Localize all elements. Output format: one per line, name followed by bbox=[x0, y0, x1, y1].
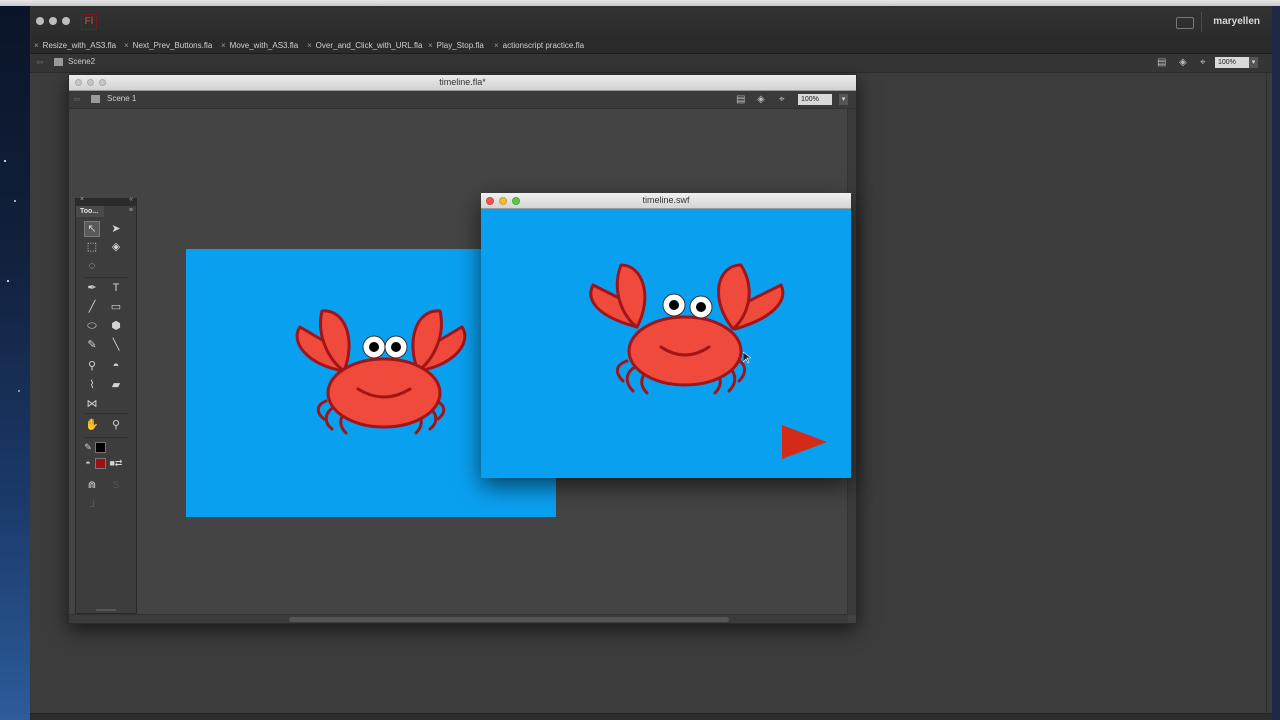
stroke-color-swatch[interactable] bbox=[95, 442, 106, 453]
tab-play-stop[interactable]: × Play_Stop.fla bbox=[428, 39, 484, 52]
swf-stage[interactable] bbox=[481, 209, 851, 478]
divider bbox=[84, 277, 128, 278]
swap-colors-icon[interactable]: ■⇄ bbox=[108, 455, 124, 471]
close-tab-icon[interactable]: × bbox=[34, 41, 39, 50]
divider bbox=[84, 437, 128, 438]
back-arrow-icon[interactable]: ⇦ bbox=[73, 94, 81, 105]
fla-window-titlebar[interactable]: timeline.fla* bbox=[69, 75, 856, 91]
panel-resize-grip[interactable] bbox=[96, 609, 116, 611]
center-stage-icon[interactable]: ⌖ bbox=[1200, 57, 1206, 68]
tab-actionscript-practice[interactable]: × actionscript practice.fla bbox=[494, 39, 584, 52]
crab-graphic[interactable] bbox=[585, 261, 785, 401]
scene-name: Scene2 bbox=[68, 57, 96, 66]
eraser-tool-icon[interactable]: ▰ bbox=[108, 377, 124, 393]
zoom-dropdown-button[interactable]: ▾ bbox=[1249, 57, 1258, 68]
close-tab-icon[interactable]: × bbox=[494, 41, 499, 50]
zoom-tool-icon[interactable]: ⚲ bbox=[108, 417, 124, 433]
close-window-button[interactable] bbox=[36, 17, 44, 25]
line-tool-icon[interactable]: ╱ bbox=[84, 299, 100, 315]
minimize-window-button[interactable] bbox=[87, 79, 94, 86]
tab-resize-with-as3[interactable]: × Resize_with_AS3.fla bbox=[34, 39, 116, 52]
scene-name: Scene 1 bbox=[107, 94, 137, 103]
zoom-dropdown-button[interactable]: ▾ bbox=[839, 94, 848, 105]
horizontal-scrollbar[interactable] bbox=[69, 614, 848, 623]
minimize-window-button[interactable] bbox=[49, 17, 57, 25]
text-tool-icon[interactable]: T bbox=[108, 280, 124, 296]
flash-logo-icon: Fl bbox=[81, 14, 97, 30]
3d-rotation-tool-icon[interactable]: ◈ bbox=[108, 239, 124, 255]
tab-over-and-click[interactable]: × Over_and_Click_with_URL.fla bbox=[307, 39, 422, 52]
panel-divider bbox=[1266, 72, 1267, 720]
user-name[interactable]: maryellen bbox=[1213, 16, 1260, 27]
swf-window-title: timeline.swf bbox=[642, 195, 690, 205]
tools-panel: × « Too... ≡ ↖ ➤ ⬚ ◈ ◌ ✒ T ╱ ▭ ⬭ ⬢ ✎ ╲ ⚲… bbox=[75, 196, 137, 614]
zoom-input[interactable]: 100% bbox=[1215, 57, 1249, 68]
divider bbox=[84, 413, 128, 414]
pencil-tool-icon[interactable]: ✎ bbox=[84, 337, 100, 353]
rectangle-tool-icon[interactable]: ▭ bbox=[108, 299, 124, 315]
stroke-color-icon: ✎ bbox=[84, 442, 92, 452]
paint-bucket-tool-icon[interactable]: ◓ bbox=[108, 358, 124, 374]
edit-symbols-icon[interactable]: ◈ bbox=[1179, 57, 1187, 68]
smooth-icon[interactable]: S bbox=[108, 478, 124, 494]
tools-tab[interactable]: Too... bbox=[76, 206, 104, 217]
fla-edit-bar: ⇦ Scene 1 ▤ ◈ ⌖ 100% ▾ bbox=[69, 91, 856, 109]
polystar-tool-icon[interactable]: ⬢ bbox=[108, 318, 124, 334]
workspace-icon[interactable] bbox=[1176, 17, 1194, 29]
snap-to-objects-icon[interactable]: ⋒ bbox=[84, 478, 100, 494]
tools-panel-header[interactable]: × « bbox=[76, 196, 136, 206]
hand-tool-icon[interactable]: ✋ bbox=[84, 417, 100, 433]
swf-preview-window: timeline.swf bbox=[481, 193, 851, 478]
collapse-panel-icon[interactable]: « bbox=[129, 196, 133, 203]
panel-menu-icon[interactable]: ≡ bbox=[129, 207, 133, 214]
close-panel-icon[interactable]: × bbox=[80, 196, 84, 203]
center-stage-icon[interactable]: ⌖ bbox=[779, 94, 785, 105]
desktop-background bbox=[0, 0, 30, 720]
free-transform-tool-icon[interactable]: ⬚ bbox=[84, 239, 100, 255]
app-bottom-bar bbox=[30, 713, 1272, 720]
close-tab-icon[interactable]: × bbox=[124, 41, 129, 50]
edit-bar: ⇦ Scene2 ▤ ◈ ⌖ 100% ▾ bbox=[30, 54, 1272, 73]
zoom-window-button[interactable] bbox=[99, 79, 106, 86]
document-tabs: × Resize_with_AS3.fla × Next_Prev_Buttons.… bbox=[30, 38, 1272, 54]
bone-tool-icon[interactable]: ⚲ bbox=[84, 358, 100, 374]
close-tab-icon[interactable]: × bbox=[221, 41, 226, 50]
close-tab-icon[interactable]: × bbox=[307, 41, 312, 50]
fill-color-swatch[interactable] bbox=[95, 458, 106, 469]
close-tab-icon[interactable]: × bbox=[428, 41, 433, 50]
edit-symbols-icon[interactable]: ◈ bbox=[757, 94, 765, 105]
width-tool-icon[interactable]: ⋈ bbox=[84, 396, 100, 412]
zoom-input[interactable]: 100% bbox=[798, 94, 832, 105]
divider bbox=[1201, 12, 1202, 32]
horizontal-scroll-thumb[interactable] bbox=[289, 617, 729, 622]
app-titlebar: Fl maryellen bbox=[30, 6, 1272, 39]
back-arrow-icon[interactable]: ⇦ bbox=[36, 57, 44, 68]
lasso-tool-icon[interactable]: ◌ bbox=[84, 258, 100, 274]
subselection-tool-icon[interactable]: ➤ bbox=[108, 221, 124, 237]
desktop-background-right bbox=[1272, 0, 1280, 720]
minimize-window-button[interactable] bbox=[499, 197, 507, 205]
selection-tool-icon[interactable]: ↖ bbox=[84, 221, 100, 237]
oval-tool-icon[interactable]: ⬭ bbox=[84, 318, 100, 334]
tab-move-with-as3[interactable]: × Move_with_AS3.fla bbox=[221, 39, 298, 52]
zoom-window-button[interactable] bbox=[62, 17, 70, 25]
tab-next-prev-buttons[interactable]: × Next_Prev_Buttons.fla bbox=[124, 39, 212, 52]
close-window-button[interactable] bbox=[75, 79, 82, 86]
crab-graphic[interactable] bbox=[286, 301, 476, 441]
brush-tool-icon[interactable]: ╲ bbox=[108, 337, 124, 353]
edit-scene-icon[interactable]: ▤ bbox=[736, 94, 745, 105]
clapper-icon bbox=[54, 58, 63, 66]
close-window-button[interactable] bbox=[486, 197, 494, 205]
fill-color-icon: ◓ bbox=[85, 458, 91, 468]
edit-scene-icon[interactable]: ▤ bbox=[1157, 57, 1166, 68]
fla-window-title: timeline.fla* bbox=[439, 77, 486, 87]
clapper-icon bbox=[91, 95, 100, 103]
pen-tool-icon[interactable]: ✒ bbox=[84, 280, 100, 296]
swf-window-titlebar[interactable]: timeline.swf bbox=[481, 193, 851, 209]
eyedropper-tool-icon[interactable]: ⌇ bbox=[84, 377, 100, 393]
mouse-cursor-icon bbox=[743, 352, 751, 364]
zoom-window-button[interactable] bbox=[512, 197, 520, 205]
straighten-icon[interactable]: ᒧ bbox=[84, 497, 100, 513]
play-button[interactable] bbox=[781, 424, 829, 460]
